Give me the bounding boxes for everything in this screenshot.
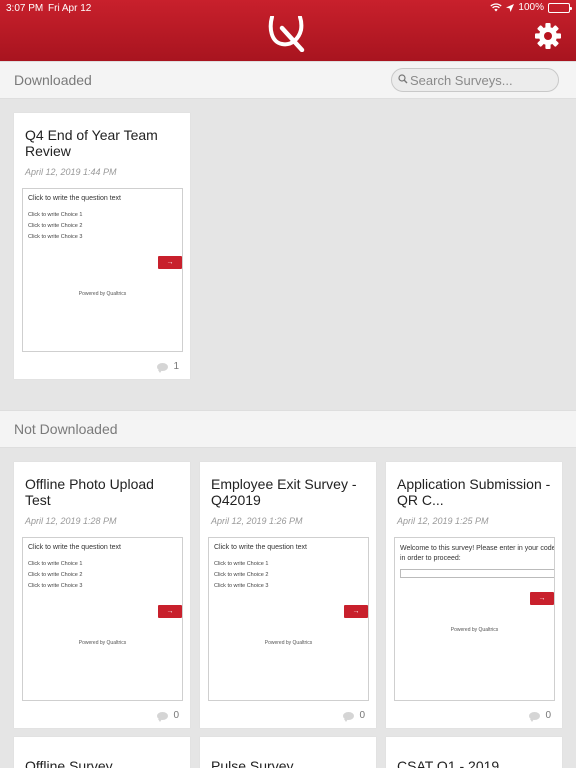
response-count: 0 — [157, 710, 179, 722]
app-header: 3:07 PM Fri Apr 12 100% — [0, 0, 576, 61]
preview-next-button: → — [344, 605, 368, 618]
search-box[interactable] — [391, 68, 559, 92]
survey-card[interactable]: Offline Survey — [14, 737, 190, 768]
preview-question: Click to write the question text — [28, 544, 121, 551]
preview-powered-by: Powered by Qualtrics — [78, 291, 127, 297]
response-count: 0 — [343, 710, 365, 722]
comment-bubble-icon — [343, 711, 355, 722]
response-count-value: 0 — [359, 710, 365, 721]
survey-preview: Click to write the question text Click t… — [208, 537, 369, 701]
preview-choice: Click to write Choice 1 — [28, 561, 83, 567]
response-count-value: 0 — [545, 710, 551, 721]
response-count: 1 — [157, 361, 179, 373]
preview-powered-by: Powered by Qualtrics — [450, 627, 499, 633]
response-count-value: 1 — [173, 361, 179, 372]
survey-date: April 12, 2019 1:28 PM — [25, 516, 117, 526]
survey-date: April 12, 2019 1:25 PM — [397, 516, 489, 526]
survey-preview: Click to write the question text Click t… — [22, 537, 183, 701]
comment-bubble-icon — [529, 711, 541, 722]
preview-choice: Click to write Choice 2 — [28, 223, 83, 229]
survey-date: April 12, 2019 1:26 PM — [211, 516, 303, 526]
survey-title: Employee Exit Survey - Q42019 — [211, 476, 357, 508]
location-arrow-icon — [506, 3, 515, 12]
survey-title: Pulse Survey — [211, 758, 294, 768]
survey-card[interactable]: Employee Exit Survey - Q42019 April 12, … — [200, 462, 376, 728]
status-date: Fri Apr 12 — [48, 3, 92, 14]
preview-code-field — [400, 569, 554, 578]
survey-preview: Welcome to this survey! Please enter in … — [394, 537, 555, 701]
preview-powered-by: Powered by Qualtrics — [78, 640, 127, 646]
survey-card[interactable]: Q4 End of Year Team Review April 12, 201… — [14, 113, 190, 379]
survey-title: CSAT Q1 - 2019 — [397, 758, 500, 768]
section-title-not-downloaded: Not Downloaded — [14, 421, 118, 437]
battery-percent: 100% — [518, 2, 544, 13]
downloaded-section-header: Downloaded — [0, 61, 576, 99]
survey-title: Offline Photo Upload Test — [25, 476, 154, 508]
survey-preview: Click to write the question text Click t… — [22, 188, 183, 352]
wifi-icon — [490, 3, 503, 12]
survey-title: Offline Survey — [25, 758, 113, 768]
search-input[interactable] — [410, 72, 550, 88]
search-icon — [398, 71, 408, 89]
preview-question: Click to write the question text — [28, 195, 121, 202]
status-indicators: 100% — [490, 2, 572, 13]
response-count: 0 — [529, 710, 551, 722]
survey-card[interactable]: Offline Photo Upload Test April 12, 2019… — [14, 462, 190, 728]
battery-icon — [548, 2, 572, 13]
comment-bubble-icon — [157, 362, 169, 373]
preview-next-button: → — [530, 592, 554, 605]
section-title-downloaded: Downloaded — [14, 72, 92, 88]
preview-choice: Click to write Choice 3 — [28, 583, 83, 589]
preview-choice: Click to write Choice 2 — [28, 572, 83, 578]
preview-question: Click to write the question text — [214, 544, 307, 551]
status-time: 3:07 PM — [6, 3, 44, 14]
comment-bubble-icon — [157, 711, 169, 722]
survey-card[interactable]: CSAT Q1 - 2019 — [386, 737, 562, 768]
preview-next-button: → — [158, 256, 182, 269]
qualtrics-logo — [268, 15, 308, 57]
preview-welcome-text: Welcome to this survey! Please enter in … — [400, 545, 555, 562]
not-downloaded-section-header: Not Downloaded — [0, 410, 576, 448]
preview-choice: Click to write Choice 3 — [28, 234, 83, 240]
survey-title: Application Submission - QR C... — [397, 476, 551, 508]
preview-powered-by: Powered by Qualtrics — [264, 640, 313, 646]
survey-title: Q4 End of Year Team Review — [25, 127, 158, 159]
preview-choice: Click to write Choice 3 — [214, 583, 269, 589]
survey-card[interactable]: Pulse Survey — [200, 737, 376, 768]
gear-icon[interactable] — [534, 22, 562, 55]
preview-choice: Click to write Choice 2 — [214, 572, 269, 578]
preview-next-button: → — [158, 605, 182, 618]
survey-date: April 12, 2019 1:44 PM — [25, 167, 117, 177]
response-count-value: 0 — [173, 710, 179, 721]
preview-choice: Click to write Choice 1 — [28, 212, 83, 218]
survey-card[interactable]: Application Submission - QR C... April 1… — [386, 462, 562, 728]
preview-choice: Click to write Choice 1 — [214, 561, 269, 567]
